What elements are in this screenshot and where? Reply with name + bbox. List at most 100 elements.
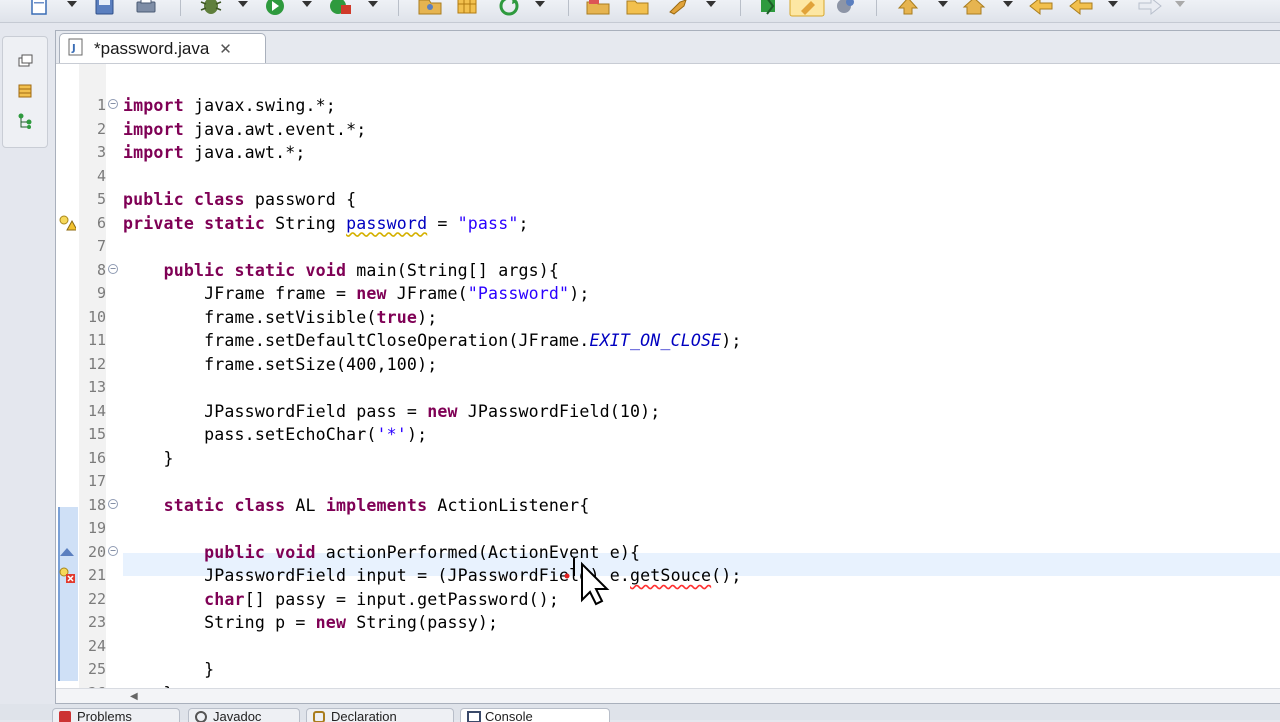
code-line[interactable]: 16 } xyxy=(56,447,1280,470)
code-line[interactable]: 11 frame.setDefaultCloseOperation(JFrame… xyxy=(56,329,1280,352)
pin-icon[interactable] xyxy=(666,0,694,16)
warning-icon[interactable] xyxy=(58,214,78,232)
line-number: 22 xyxy=(87,589,106,608)
java-editor: J *password.java ✕ 1− import javax.swing.… xyxy=(55,30,1280,704)
line-number: 1 xyxy=(96,96,106,114)
fold-toggle-icon[interactable]: − xyxy=(108,99,118,109)
fold-toggle-icon[interactable]: − xyxy=(108,545,118,556)
code-line[interactable]: 15 pass.setEchoChar('*'); xyxy=(56,423,1280,446)
open-type-icon[interactable] xyxy=(416,0,444,16)
code-text: static class AL implements ActionListene… xyxy=(163,495,590,515)
code-text: char[] passy = input.getPassword(); xyxy=(204,589,560,609)
fold-toggle-icon[interactable]: − xyxy=(108,263,118,274)
task-icon[interactable] xyxy=(832,0,858,16)
bottom-view-tabs: Problems Javadoc Declaration Console xyxy=(0,704,1280,722)
line-number: 7 xyxy=(96,237,106,255)
code-text: } xyxy=(123,660,215,679)
code-line[interactable]: 6 private static String password = "pass"… xyxy=(56,212,1280,235)
line-number: 9 xyxy=(96,284,106,302)
home-icon[interactable] xyxy=(962,0,988,16)
back-icon-2[interactable] xyxy=(1068,0,1096,16)
code-line[interactable]: 23 String p = new String(passy); xyxy=(56,611,1280,634)
code-line[interactable]: 8− public static void main(String[] args… xyxy=(56,259,1280,282)
code-line[interactable]: 9 JFrame frame = new JFrame("Password"); xyxy=(56,282,1280,305)
code-line[interactable]: 7 xyxy=(56,235,1280,258)
svg-text:J: J xyxy=(71,43,76,54)
run-icon[interactable] xyxy=(263,0,289,16)
horizontal-scrollbar[interactable]: ◀ xyxy=(56,688,1280,703)
code-line[interactable]: 21 JPasswordField input = (JPasswordFiel… xyxy=(56,564,1280,587)
code-line[interactable]: 17 xyxy=(56,470,1280,493)
code-text: frame.setSize(400,100); xyxy=(123,354,438,374)
external-tools-icon[interactable] xyxy=(328,0,354,16)
error-icon[interactable] xyxy=(58,566,76,584)
code-line[interactable]: 18− static class AL implements ActionLis… xyxy=(56,494,1280,517)
tab-password-java[interactable]: J *password.java ✕ xyxy=(59,33,266,63)
code-line[interactable]: 25 } xyxy=(56,658,1280,681)
code-line[interactable]: 10 frame.setVisible(true); xyxy=(56,306,1280,329)
forward-icon[interactable] xyxy=(1135,0,1163,16)
code-text: JPasswordField input = (JPasswordField) … xyxy=(123,566,742,585)
code-line[interactable]: 3 import java.awt.*; xyxy=(56,141,1280,164)
line-number: 18 xyxy=(87,495,106,514)
code-line[interactable]: 1− import javax.swing.*; xyxy=(56,94,1280,117)
code-line[interactable]: 13 xyxy=(56,376,1280,399)
code-text: JFrame frame = new JFrame("Password"); xyxy=(123,284,590,303)
main-toolbar xyxy=(0,0,1280,23)
restore-icon[interactable] xyxy=(17,53,33,69)
code-text: frame.setVisible(true); xyxy=(123,307,438,327)
code-text: public class password { xyxy=(123,190,357,209)
declaration-icon xyxy=(313,711,325,722)
code-line[interactable]: 12 frame.setSize(400,100); xyxy=(56,353,1280,376)
code-line[interactable]: 20− public void actionPerformed(ActionEv… xyxy=(56,541,1280,564)
new-package-icon[interactable] xyxy=(584,0,612,16)
code-text: frame.setDefaultCloseOperation(JFrame.EX… xyxy=(123,331,742,350)
line-number: 15 xyxy=(87,425,106,443)
line-number: 13 xyxy=(87,378,106,396)
javadoc-icon xyxy=(195,711,207,722)
code-area[interactable]: 1− import javax.swing.*; 2 import java.awt.… xyxy=(56,64,1280,703)
open-resource-icon[interactable] xyxy=(455,0,481,16)
new-icon[interactable] xyxy=(28,0,52,16)
fold-toggle-icon[interactable]: − xyxy=(108,498,118,509)
code-text: JPasswordField pass = new JPasswordField… xyxy=(123,401,661,421)
line-number: 17 xyxy=(87,472,106,490)
mouse-pointer-icon xyxy=(560,558,630,612)
code-line[interactable]: 19 xyxy=(56,517,1280,540)
code-text: } xyxy=(123,448,174,468)
line-number: 16 xyxy=(87,448,106,467)
code-line[interactable]: 4 xyxy=(56,165,1280,188)
code-line[interactable]: 2 import java.awt.event.*; xyxy=(56,118,1280,141)
refresh-icon[interactable] xyxy=(496,0,524,16)
close-icon[interactable]: ✕ xyxy=(219,40,232,58)
debug-icon[interactable] xyxy=(198,0,226,16)
code-line[interactable]: 5 public class password { xyxy=(56,188,1280,211)
code-text: import java.awt.*; xyxy=(123,143,306,162)
code-line[interactable]: 14 JPasswordField pass = new JPasswordFi… xyxy=(56,400,1280,423)
line-number: 19 xyxy=(87,519,106,537)
line-number: 24 xyxy=(87,636,106,655)
line-number: 21 xyxy=(87,566,106,584)
up-icon[interactable] xyxy=(896,0,922,16)
code-text: pass.setEchoChar('*'); xyxy=(123,425,428,444)
open-folder-icon[interactable] xyxy=(624,0,652,16)
line-number: 2 xyxy=(96,119,106,138)
line-number: 4 xyxy=(96,166,106,185)
problems-icon xyxy=(59,711,71,722)
line-number: 14 xyxy=(87,401,106,420)
hierarchy-icon[interactable] xyxy=(17,113,33,129)
line-number: 20 xyxy=(87,542,106,561)
line-number: 3 xyxy=(96,143,106,161)
scroll-left-arrow-icon[interactable]: ◀ xyxy=(130,691,138,702)
save-icon[interactable] xyxy=(93,0,117,16)
next-annotation-icon[interactable] xyxy=(757,0,783,16)
code-line[interactable]: 22 char[] passy = input.getPassword(); xyxy=(56,588,1280,611)
outline-icon[interactable] xyxy=(17,83,33,99)
back-icon[interactable] xyxy=(1028,0,1056,16)
print-icon[interactable] xyxy=(133,0,159,16)
line-number: 23 xyxy=(87,613,106,631)
highlight-icon[interactable] xyxy=(789,0,825,17)
code-line[interactable]: 24 xyxy=(56,635,1280,658)
line-number: 11 xyxy=(87,331,106,349)
override-icon[interactable] xyxy=(58,543,76,561)
